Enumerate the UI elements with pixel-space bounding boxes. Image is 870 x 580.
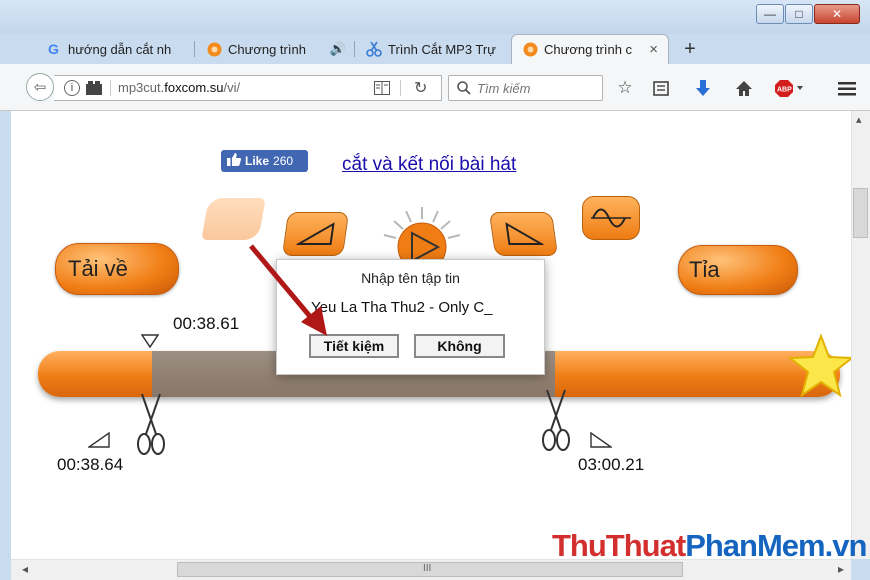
- scissors-icon: [542, 389, 570, 451]
- close-window-button[interactable]: ✕: [814, 4, 860, 24]
- tab-google-search[interactable]: G hướng dẫn cắt nh: [36, 34, 194, 64]
- download-button[interactable]: Tải về: [55, 243, 179, 295]
- new-tab-button[interactable]: +: [680, 38, 700, 60]
- start-time: 00:38.64: [57, 455, 124, 474]
- tab-mp3cut-active[interactable]: Chương trình c ×: [511, 34, 669, 64]
- google-icon: G: [46, 41, 62, 57]
- audio-playing-icon[interactable]: 🔊: [330, 41, 346, 57]
- tab-label: Chương trình c: [544, 42, 633, 57]
- thumbs-up-icon: [227, 153, 241, 169]
- info-icon[interactable]: i: [64, 80, 80, 96]
- mp3cut-icon: [522, 42, 538, 58]
- download-icon[interactable]: [692, 77, 714, 99]
- vertical-scroll-thumb[interactable]: [853, 188, 868, 238]
- end-nudge-icon[interactable]: [590, 431, 614, 453]
- cancel-button[interactable]: Không: [414, 334, 505, 358]
- play-icon: [383, 207, 461, 272]
- end-time: 03:00.21: [578, 455, 645, 474]
- reader-list-icon: [86, 81, 102, 95]
- scroll-up-icon[interactable]: ▴: [856, 113, 862, 126]
- fade-out-icon: [504, 222, 544, 245]
- end-scissors-handle[interactable]: [539, 388, 573, 459]
- watermark: ThuThuatPhanMem.vn: [552, 528, 867, 563]
- scroll-grip-icon: III: [423, 563, 432, 574]
- scissors-icon: [137, 393, 165, 455]
- menu-icon[interactable]: [836, 77, 858, 99]
- tab-label: Trình Cắt MP3 Trự: [388, 41, 496, 57]
- mp3cut-icon: [206, 41, 222, 57]
- bookmark-star-icon[interactable]: ☆: [614, 77, 636, 99]
- maximize-button[interactable]: □: [785, 4, 813, 24]
- tab-mp3-trimmer[interactable]: Trình Cắt MP3 Trự: [356, 34, 508, 64]
- tab-divider: [194, 41, 195, 57]
- tab-divider: [354, 41, 355, 57]
- tab-close-icon[interactable]: ×: [649, 41, 658, 58]
- scroll-right-icon[interactable]: ▸: [838, 562, 844, 576]
- download-label: Tải về: [68, 256, 128, 281]
- url-bar[interactable]: i mp3cut.foxcom.su/vi/ ↻: [54, 75, 442, 101]
- trim-button[interactable]: Tỉa: [678, 245, 798, 295]
- scroll-left-icon[interactable]: ◂: [22, 562, 28, 576]
- horizontal-scroll-thumb[interactable]: III: [177, 562, 683, 577]
- start-nudge-icon[interactable]: [86, 431, 110, 453]
- fade-out-tool-button[interactable]: [488, 212, 559, 256]
- cut-join-songs-link[interactable]: cắt và kết nối bài hát: [342, 154, 516, 176]
- cursor-time: 00:38.61: [173, 314, 240, 333]
- tab-mp3cut-1[interactable]: Chương trình 🔊: [196, 34, 354, 64]
- url-divider: [400, 80, 401, 96]
- play-button[interactable]: [376, 205, 468, 272]
- back-arrow-icon: ⇦: [33, 79, 47, 96]
- like-count: 260: [273, 154, 294, 168]
- svg-text:G: G: [47, 42, 58, 57]
- search-icon: [457, 81, 471, 95]
- filename-input[interactable]: [311, 296, 511, 318]
- scissors-icon: [366, 41, 382, 57]
- svg-text:ABP: ABP: [777, 87, 792, 94]
- reader-view-icon[interactable]: [374, 81, 390, 95]
- minimize-button[interactable]: —: [756, 4, 784, 24]
- back-button[interactable]: ⇦: [26, 73, 54, 101]
- url-divider: [110, 80, 111, 96]
- wave-tool-button[interactable]: [582, 196, 640, 240]
- trim-label: Tỉa: [689, 257, 720, 282]
- sine-wave-icon: [591, 208, 631, 228]
- tab-label: Chương trình: [228, 41, 306, 57]
- title-bar: [0, 0, 870, 34]
- tab-label: hướng dẫn cắt nh: [68, 41, 172, 57]
- search-bar[interactable]: [448, 75, 603, 101]
- adblock-icon[interactable]: ABP: [772, 77, 806, 99]
- vertical-scrollbar[interactable]: [851, 111, 870, 559]
- annotation-arrow: [245, 240, 335, 345]
- search-input[interactable]: [477, 79, 595, 97]
- bookmarks-library-icon[interactable]: [650, 77, 672, 99]
- start-scissors-handle[interactable]: [134, 392, 168, 463]
- url-text: mp3cut.foxcom.su/vi/: [118, 80, 241, 95]
- reload-icon[interactable]: ↻: [414, 78, 427, 98]
- star-icon[interactable]: [787, 333, 855, 404]
- facebook-like-button[interactable]: Like 260: [221, 150, 308, 172]
- like-label: Like: [245, 154, 270, 168]
- home-icon[interactable]: [733, 77, 755, 99]
- fade-tool-button[interactable]: [201, 198, 266, 240]
